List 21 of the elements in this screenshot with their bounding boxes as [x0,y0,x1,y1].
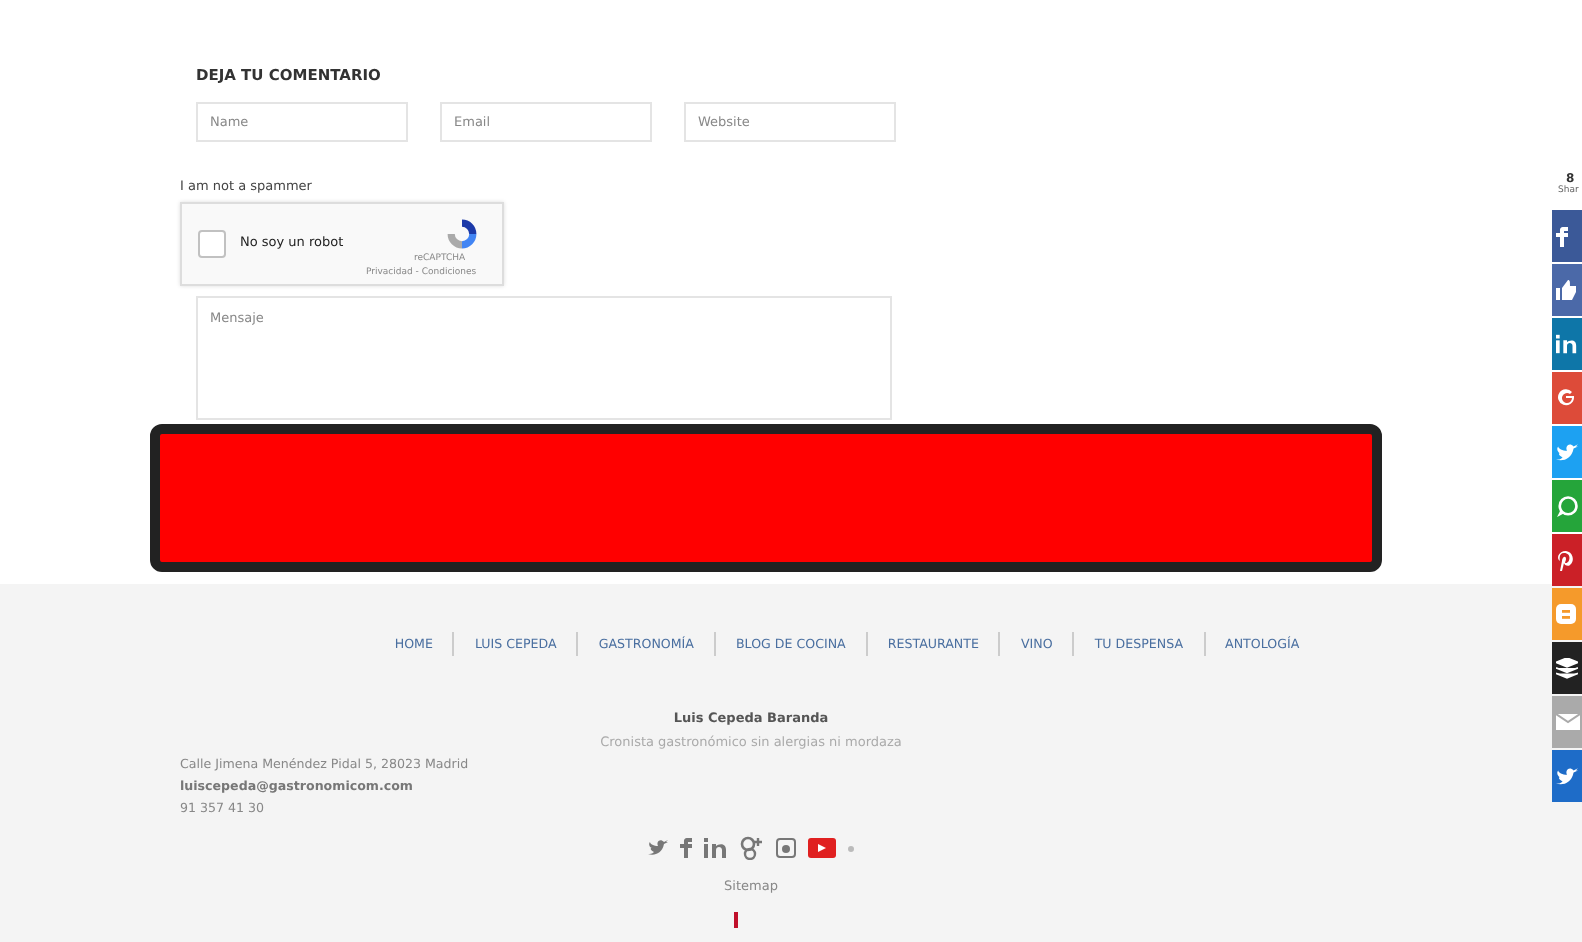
envelope-icon [1556,714,1580,730]
captcha-checkbox[interactable] [198,230,226,258]
thumbs-up-icon [1556,280,1576,300]
twitter-icon [1556,441,1578,463]
logo-mark-icon [731,912,739,928]
twitter-icon[interactable] [648,838,668,858]
facebook-icon[interactable] [680,838,692,858]
google-icon [1556,388,1576,408]
facebook-icon [1556,225,1568,247]
bird-icon [1556,765,1578,787]
linkedin-icon [1556,334,1578,354]
pinterest-icon [1556,549,1576,571]
instagram-icon[interactable] [776,838,796,858]
linkedin-icon[interactable] [704,838,728,858]
layers-icon [1556,657,1578,679]
chat-bubble-icon [1556,495,1578,517]
blogger-icon [1556,604,1576,624]
dot-icon[interactable] [848,845,854,851]
google-plus-icon[interactable] [740,836,764,860]
video-icon[interactable] [808,838,836,858]
recaptcha-icon [444,216,480,252]
